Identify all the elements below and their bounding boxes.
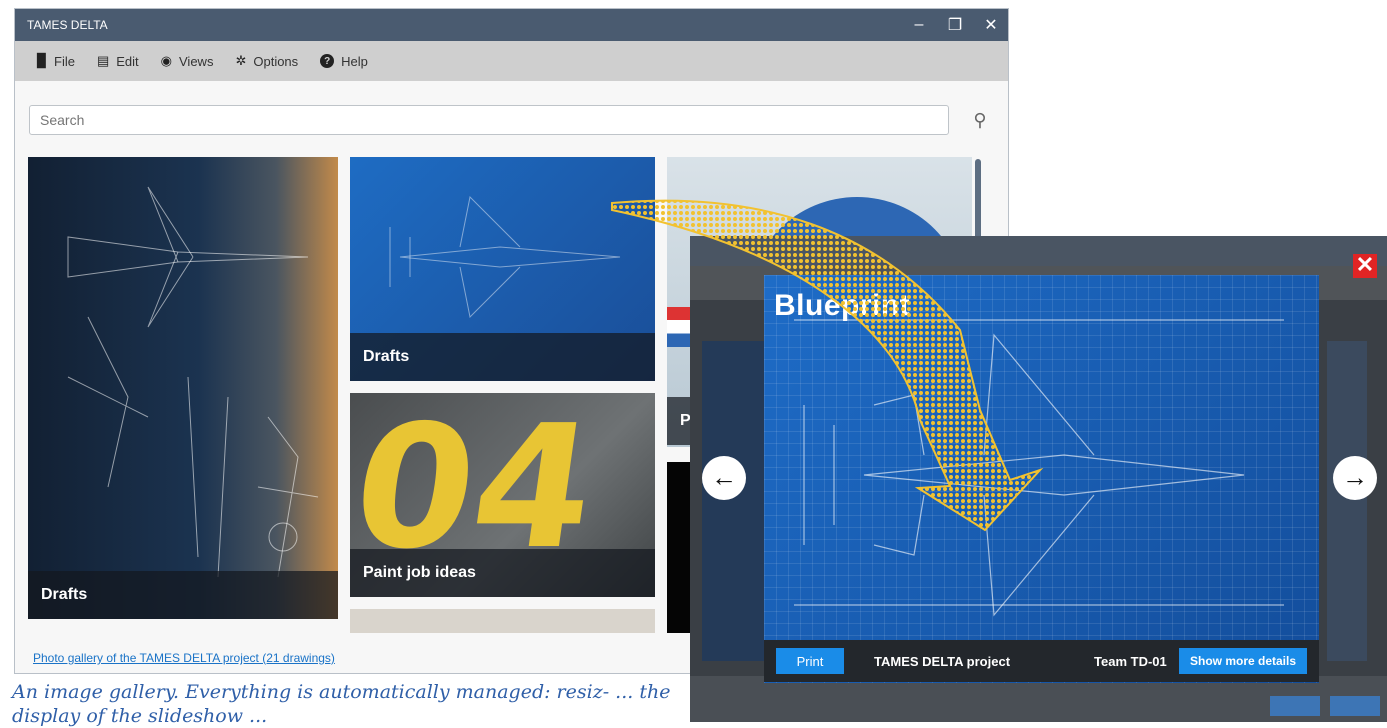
- team-label: Team TD-01: [1094, 653, 1167, 669]
- menu-help-label: Help: [341, 53, 368, 69]
- search-input[interactable]: [29, 105, 949, 135]
- menu-file[interactable]: ▉ File: [37, 53, 75, 69]
- search-icon[interactable]: ⚲: [966, 107, 994, 135]
- window-title: TAMES DELTA: [27, 18, 108, 32]
- menu-views-label: Views: [179, 53, 214, 69]
- gallery-tile[interactable]: Drafts: [350, 157, 655, 381]
- help-icon: ?: [320, 54, 335, 68]
- tile-caption: Paint job ideas: [350, 549, 655, 597]
- show-details-button[interactable]: Show more details: [1179, 648, 1307, 674]
- eye-icon: ◉: [160, 53, 172, 68]
- search-row: ⚲: [29, 105, 994, 137]
- print-button[interactable]: Print: [776, 648, 844, 674]
- title-bar: TAMES DELTA – ❐ ✕: [15, 9, 1008, 41]
- close-button[interactable]: ✕: [982, 15, 1000, 35]
- menu-edit-label: Edit: [116, 53, 139, 69]
- viewer-background-button: [1330, 696, 1380, 716]
- gallery-link[interactable]: Photo gallery of the TAMES DELTA project…: [33, 651, 335, 665]
- menu-bar: ▉ File ▤ Edit ◉ Views ✲ Options ? Help: [15, 41, 1008, 81]
- slideshow-viewer: Blueprint Print TAMES DELTA project Team…: [690, 236, 1387, 722]
- viewer-background-titlebar: [690, 236, 1387, 266]
- gallery-tile[interactable]: Drafts: [28, 157, 338, 619]
- project-label: TAMES DELTA project: [874, 653, 1011, 669]
- blueprint-drawing: [794, 319, 1284, 617]
- tile-caption: Drafts: [28, 571, 338, 619]
- aircraft-sketch-image: [67, 186, 319, 578]
- file-icon: ▉: [37, 53, 47, 68]
- tile-caption: Drafts: [350, 333, 655, 381]
- menu-options[interactable]: ✲ Options: [235, 53, 298, 69]
- gear-icon: ✲: [235, 53, 247, 68]
- minimize-button[interactable]: –: [910, 16, 928, 34]
- clipboard-icon: ▤: [96, 53, 110, 68]
- photo-info-bar: Print TAMES DELTA project Team TD-01 Sho…: [764, 640, 1319, 682]
- viewer-background-button: [1270, 696, 1320, 716]
- figure-caption: An image gallery. Everything is automati…: [12, 681, 671, 727]
- gallery-tile[interactable]: [350, 609, 655, 633]
- slideshow-photo: Blueprint: [764, 275, 1319, 683]
- menu-help[interactable]: ? Help: [320, 54, 368, 69]
- viewer-background-tile: [702, 341, 764, 661]
- viewer-background-tile: [1327, 341, 1367, 661]
- painted-04-image: 04: [350, 393, 607, 587]
- gallery-tile[interactable]: 04 Paint job ideas: [350, 393, 655, 597]
- viewer-close-button[interactable]: ✕: [1353, 254, 1377, 278]
- menu-views[interactable]: ◉ Views: [161, 53, 214, 69]
- next-arrow-icon[interactable]: →: [1333, 456, 1377, 500]
- menu-options-label: Options: [253, 53, 299, 69]
- menu-edit[interactable]: ▤ Edit: [97, 53, 139, 69]
- restore-button[interactable]: ❐: [946, 15, 964, 35]
- previous-arrow-icon[interactable]: ←: [702, 456, 746, 500]
- menu-file-label: File: [54, 53, 75, 69]
- window-controls: – ❐ ✕: [910, 9, 1000, 41]
